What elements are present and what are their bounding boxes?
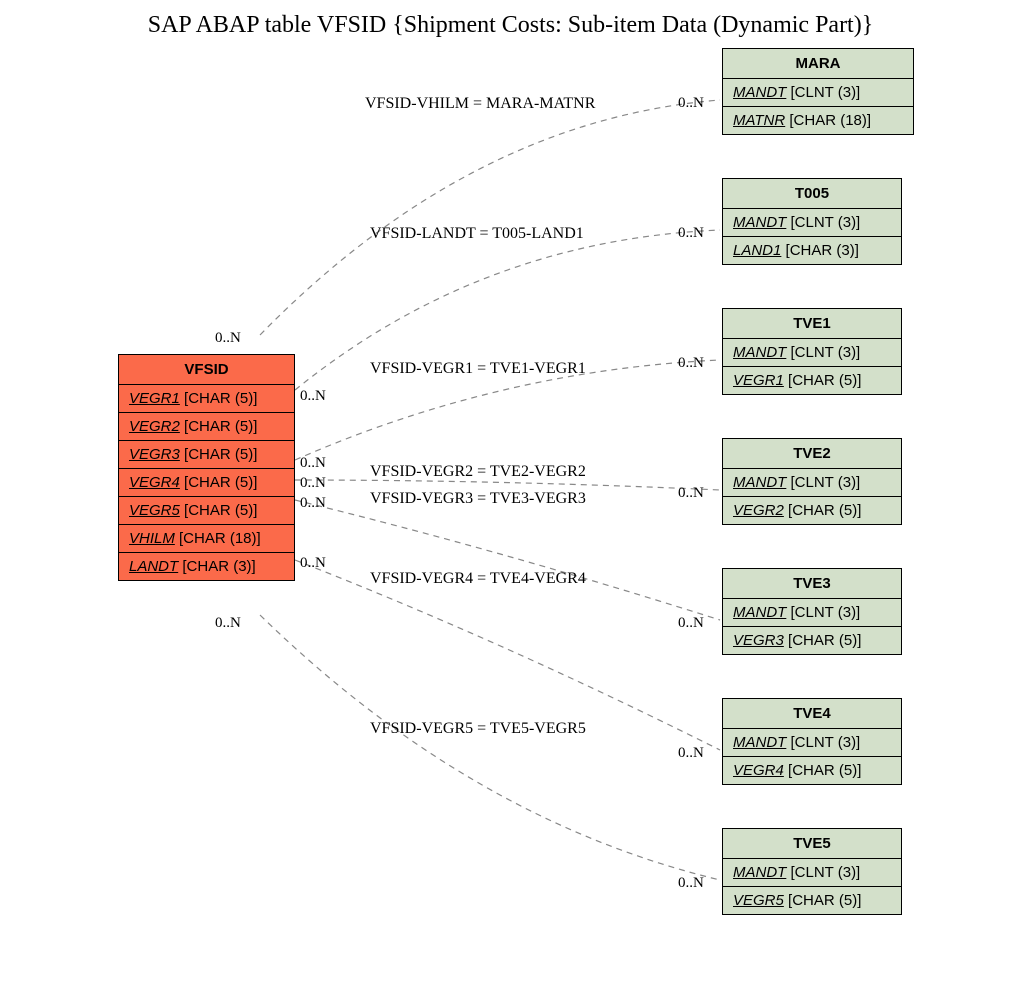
entity-tve5: TVE5 MANDT [CLNT (3)] VEGR5 [CHAR (5)] (722, 828, 902, 915)
relation-label: VFSID-VHILM = MARA-MATNR (365, 95, 595, 113)
entity-row: VEGR5 [CHAR (5)] (723, 887, 901, 914)
entity-row: VEGR1 [CHAR (5)] (119, 385, 294, 413)
cardinality-label: 0..N (300, 455, 326, 472)
cardinality-label: 0..N (678, 355, 704, 372)
entity-header: TVE3 (723, 569, 901, 599)
entity-header: T005 (723, 179, 901, 209)
cardinality-label: 0..N (300, 495, 326, 512)
entity-row: VEGR2 [CHAR (5)] (723, 497, 901, 524)
entity-row: MATNR [CHAR (18)] (723, 107, 913, 134)
entity-row: VEGR4 [CHAR (5)] (723, 757, 901, 784)
entity-row: VEGR5 [CHAR (5)] (119, 497, 294, 525)
cardinality-label: 0..N (678, 875, 704, 892)
cardinality-label: 0..N (678, 485, 704, 502)
entity-t005: T005 MANDT [CLNT (3)] LAND1 [CHAR (3)] (722, 178, 902, 265)
entity-row: MANDT [CLNT (3)] (723, 79, 913, 107)
entity-row: MANDT [CLNT (3)] (723, 469, 901, 497)
cardinality-label: 0..N (215, 615, 241, 632)
entity-header: MARA (723, 49, 913, 79)
entity-mara: MARA MANDT [CLNT (3)] MATNR [CHAR (18)] (722, 48, 914, 135)
cardinality-label: 0..N (300, 475, 326, 492)
entity-row: VEGR3 [CHAR (5)] (723, 627, 901, 654)
entity-vfsid: VFSID VEGR1 [CHAR (5)] VEGR2 [CHAR (5)] … (118, 354, 295, 581)
diagram-title: SAP ABAP table VFSID {Shipment Costs: Su… (0, 12, 1021, 39)
entity-header: TVE5 (723, 829, 901, 859)
entity-row: LAND1 [CHAR (3)] (723, 237, 901, 264)
relation-label: VFSID-VEGR2 = TVE2-VEGR2 (370, 463, 586, 481)
entity-row: MANDT [CLNT (3)] (723, 599, 901, 627)
entity-row: VEGR1 [CHAR (5)] (723, 367, 901, 394)
cardinality-label: 0..N (678, 615, 704, 632)
entity-tve2: TVE2 MANDT [CLNT (3)] VEGR2 [CHAR (5)] (722, 438, 902, 525)
entity-row: VHILM [CHAR (18)] (119, 525, 294, 553)
cardinality-label: 0..N (678, 745, 704, 762)
entity-row: VEGR4 [CHAR (5)] (119, 469, 294, 497)
entity-row: VEGR3 [CHAR (5)] (119, 441, 294, 469)
entity-tve1: TVE1 MANDT [CLNT (3)] VEGR1 [CHAR (5)] (722, 308, 902, 395)
cardinality-label: 0..N (215, 330, 241, 347)
relation-label: VFSID-VEGR4 = TVE4-VEGR4 (370, 570, 586, 588)
cardinality-label: 0..N (300, 388, 326, 405)
entity-vfsid-header: VFSID (119, 355, 294, 385)
entity-row: MANDT [CLNT (3)] (723, 339, 901, 367)
cardinality-label: 0..N (300, 555, 326, 572)
relation-label: VFSID-VEGR5 = TVE5-VEGR5 (370, 720, 586, 738)
entity-row: LANDT [CHAR (3)] (119, 553, 294, 580)
cardinality-label: 0..N (678, 95, 704, 112)
entity-header: TVE4 (723, 699, 901, 729)
relation-label: VFSID-VEGR3 = TVE3-VEGR3 (370, 490, 586, 508)
entity-header: TVE2 (723, 439, 901, 469)
entity-row: MANDT [CLNT (3)] (723, 859, 901, 887)
entity-tve4: TVE4 MANDT [CLNT (3)] VEGR4 [CHAR (5)] (722, 698, 902, 785)
entity-row: VEGR2 [CHAR (5)] (119, 413, 294, 441)
entity-row: MANDT [CLNT (3)] (723, 729, 901, 757)
relation-label: VFSID-LANDT = T005-LAND1 (370, 225, 584, 243)
relation-label: VFSID-VEGR1 = TVE1-VEGR1 (370, 360, 586, 378)
entity-row: MANDT [CLNT (3)] (723, 209, 901, 237)
entity-header: TVE1 (723, 309, 901, 339)
entity-tve3: TVE3 MANDT [CLNT (3)] VEGR3 [CHAR (5)] (722, 568, 902, 655)
cardinality-label: 0..N (678, 225, 704, 242)
